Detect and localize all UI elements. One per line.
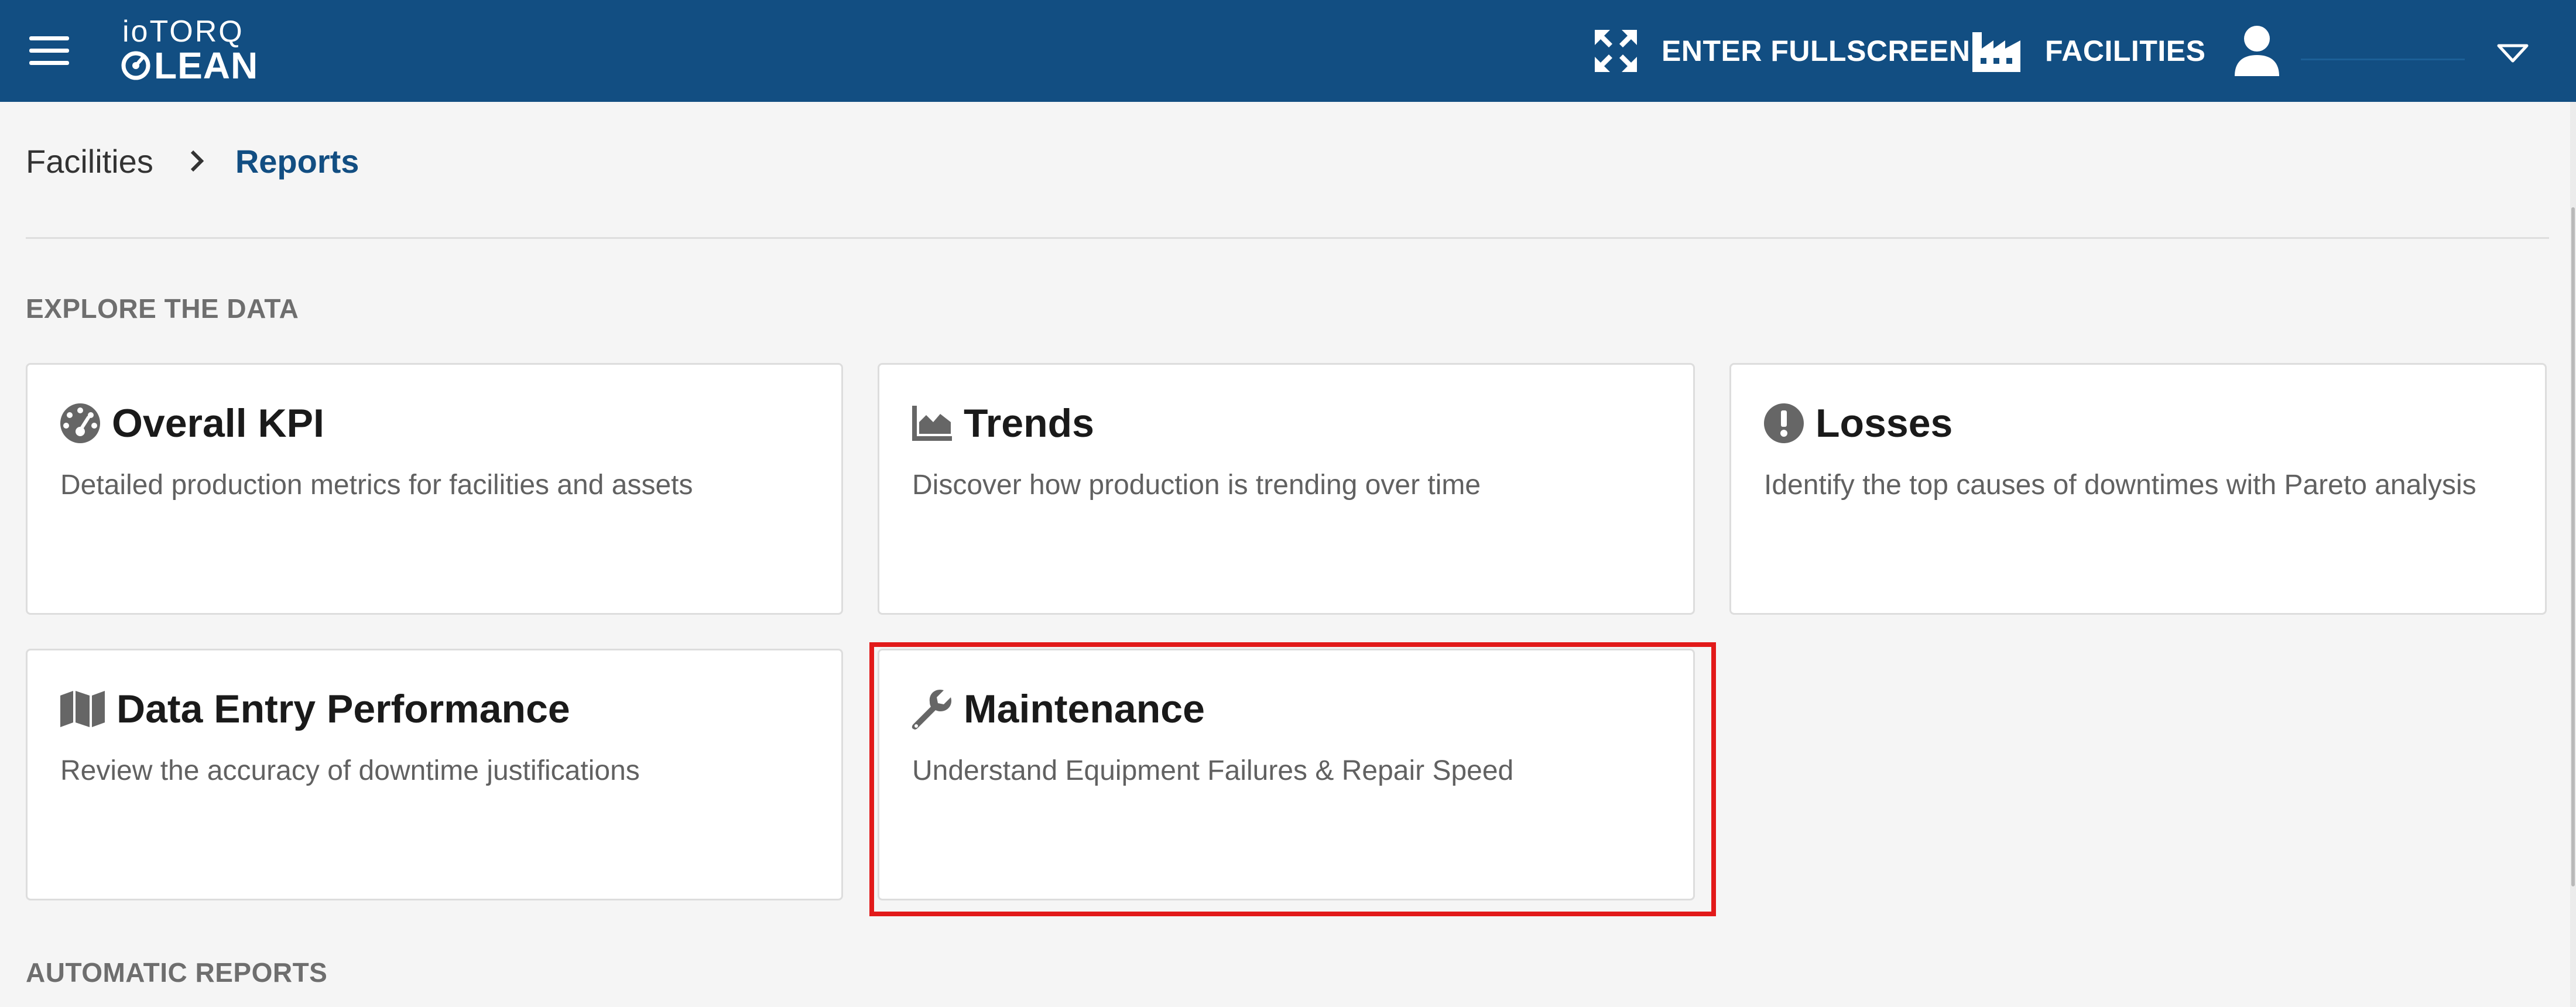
trends-title: Trends: [964, 401, 1094, 446]
exclamation-circle-icon: [1764, 403, 1804, 443]
maintenance-title: Maintenance: [964, 687, 1205, 731]
enter-fullscreen-button[interactable]: ENTER FULLSCREEN: [1592, 25, 1970, 77]
area-chart-icon: [912, 406, 952, 441]
map-icon: [60, 691, 105, 727]
breadcrumb: Facilities Reports: [26, 141, 359, 181]
logo-ring-icon: [121, 51, 150, 80]
breadcrumb-current: Reports: [235, 142, 359, 180]
user-name-placeholder: [2301, 59, 2465, 60]
maintenance-description: Understand Equipment Failures & Repair S…: [912, 755, 1514, 786]
app-logo[interactable]: ioTORQ LEAN: [120, 16, 261, 87]
logo-bottom-text: LEAN: [154, 44, 259, 87]
overall-kpi-description: Detailed production metrics for faciliti…: [60, 470, 693, 501]
breadcrumb-facilities-link[interactable]: Facilities: [26, 142, 153, 180]
data-entry-performance-description: Review the accuracy of downtime justific…: [60, 755, 640, 786]
fullscreen-expand-icon: [1595, 30, 1637, 72]
user-avatar-icon: [2235, 26, 2279, 76]
chevron-right-icon: [189, 148, 206, 174]
section-divider: [26, 237, 2549, 239]
enter-fullscreen-label: ENTER FULLSCREEN: [1662, 35, 1971, 67]
overall-kpi-title: Overall KPI: [112, 401, 324, 446]
user-account-button[interactable]: [2225, 25, 2289, 77]
factory-icon: [1972, 32, 2020, 72]
chevron-down-icon[interactable]: [2495, 41, 2530, 64]
scrollbar-thumb[interactable]: [2571, 207, 2575, 886]
data-entry-performance-title: Data Entry Performance: [117, 687, 570, 731]
data-entry-performance-card[interactable]: Data Entry Performance Review the accura…: [26, 649, 843, 900]
automatic-reports-heading: AUTOMATIC REPORTS: [26, 957, 328, 988]
wrench-icon: [912, 689, 952, 730]
losses-description: Identify the top causes of downtimes wit…: [1764, 470, 2476, 501]
hamburger-menu-icon[interactable]: [29, 36, 69, 66]
explore-section-heading: EXPLORE THE DATA: [26, 293, 299, 324]
vertical-scrollbar[interactable]: [2570, 102, 2576, 1007]
maintenance-card[interactable]: Maintenance Understand Equipment Failure…: [878, 649, 1695, 900]
trends-card[interactable]: Trends Discover how production is trendi…: [878, 363, 1695, 615]
top-app-bar: ioTORQ LEAN ENTER FULLSCREEN FACILITIES: [0, 0, 2576, 102]
losses-card[interactable]: Losses Identify the top causes of downti…: [1729, 363, 2547, 615]
facilities-label: FACILITIES: [2045, 35, 2206, 67]
overall-kpi-card[interactable]: Overall KPI Detailed production metrics …: [26, 363, 843, 615]
trends-description: Discover how production is trending over…: [912, 470, 1481, 501]
losses-title: Losses: [1815, 401, 1953, 446]
facilities-button[interactable]: FACILITIES: [1970, 25, 2205, 77]
logo-top-text: ioTORQ: [122, 15, 244, 49]
dashboard-gauge-icon: [60, 403, 100, 443]
